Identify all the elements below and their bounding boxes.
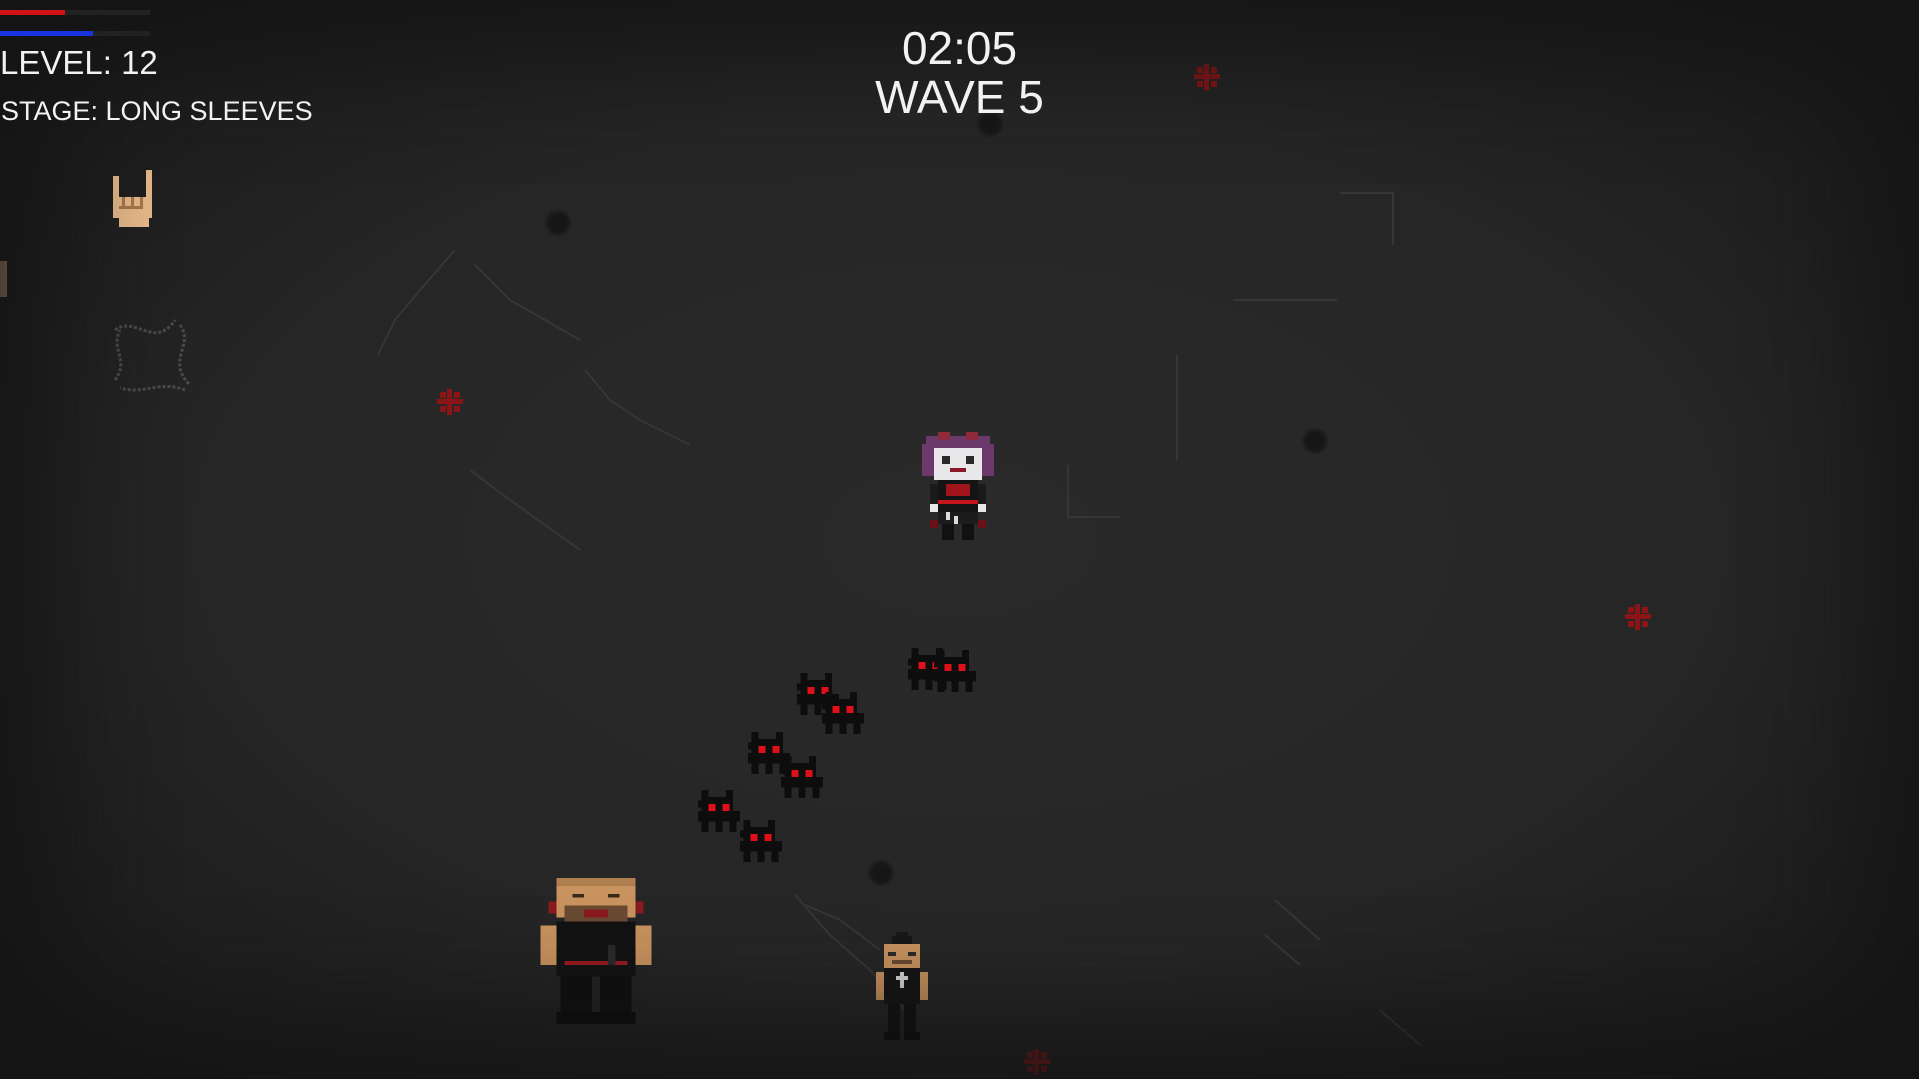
scorch-mark [1300, 427, 1330, 455]
shadow-cat-enemy [822, 692, 864, 734]
wave-timer: 02:05 [901, 22, 1018, 74]
shadow-cat-enemy [934, 650, 976, 692]
mohawk-punk [876, 932, 928, 1040]
rock-hand-icon-partial [0, 261, 7, 297]
goth-girl-player [922, 432, 994, 540]
shadow-cat-enemy [698, 790, 740, 832]
rock-hand-icon [113, 170, 152, 227]
scorch-mark [866, 859, 896, 887]
health-bar [0, 10, 150, 15]
spin-slash-icon [113, 319, 192, 392]
blood-splatter [1625, 604, 1651, 630]
health-bar-fill [0, 10, 65, 15]
blood-splatter [437, 389, 463, 415]
game-viewport[interactable]: LEVEL: 12 STAGE: LONG SLEEVES 02:05 WAVE… [0, 0, 1919, 1079]
scorch-mark [543, 209, 573, 237]
shadow-cat-enemy [781, 756, 823, 798]
bald-bearded-brute [540, 878, 652, 1025]
blood-splatter [1024, 1049, 1050, 1075]
shadow-cat-enemy [740, 820, 782, 862]
wave-label: WAVE 5 [875, 71, 1044, 123]
